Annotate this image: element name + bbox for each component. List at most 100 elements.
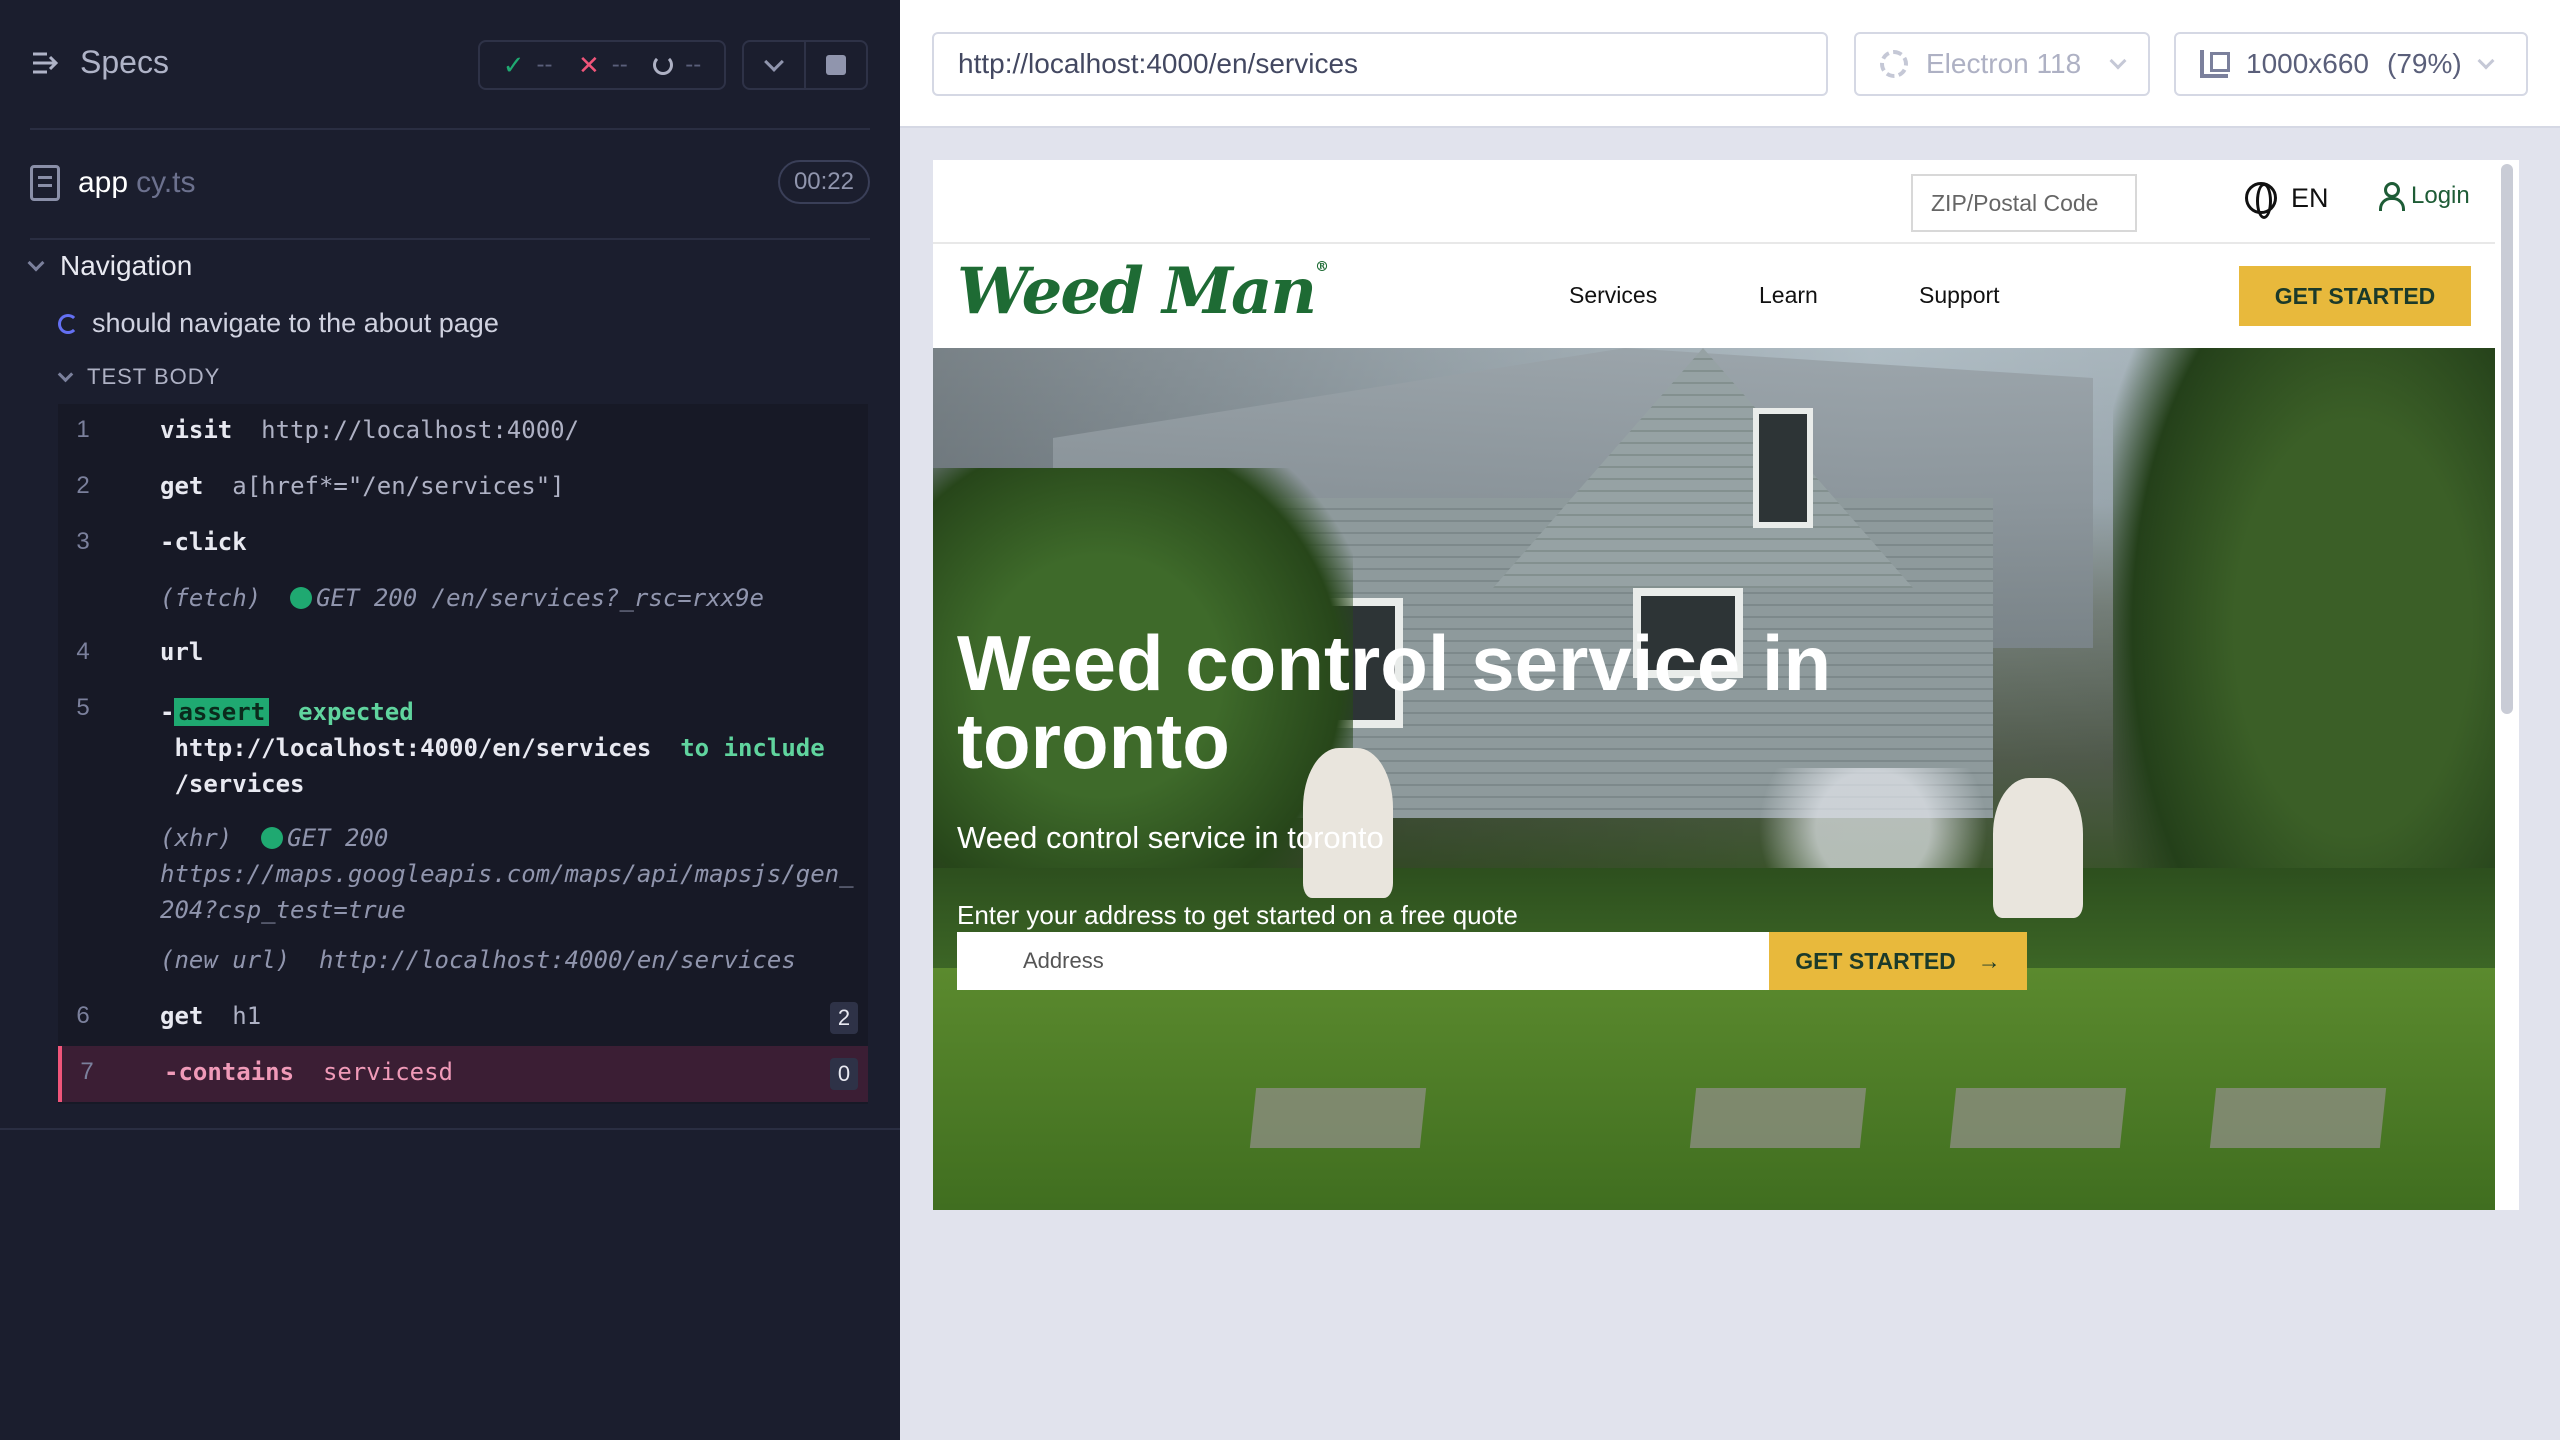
command-sub-row[interactable]: (new url) http://localhost:4000/en/servi… [58, 934, 868, 988]
nav-learn[interactable]: Learn [1759, 282, 1818, 309]
spec-file-row[interactable]: app cy.ts 00:22 [30, 160, 870, 206]
command-message: a[href*="/en/services"] [232, 472, 565, 500]
hero-image-stone [1249, 1088, 1427, 1148]
file-icon [30, 165, 60, 201]
pending-icon [653, 55, 674, 75]
chevron-down-icon [764, 52, 784, 72]
suite-title: Navigation [60, 250, 193, 281]
command-name-text: get [160, 472, 204, 500]
hero-get-started-button[interactable]: GET STARTED → [1769, 932, 2027, 990]
arrow-right-icon: → [1977, 947, 2001, 974]
address-form: Address GET STARTED → [957, 932, 2027, 990]
command-row[interactable]: 4 url [58, 626, 868, 682]
command-name: visit http://localhost:4000/ [160, 416, 579, 444]
specs-label: Specs [80, 44, 169, 80]
stop-button[interactable] [806, 42, 866, 88]
nav-support[interactable]: Support [1919, 282, 2000, 309]
sub-text: GET 200 /en/services?_rsc=rxx9e [316, 584, 764, 612]
sub-prefix: (xhr) [160, 824, 233, 852]
viewport-icon [2200, 50, 2230, 78]
command-row[interactable]: 3 -click [58, 516, 868, 572]
command-name-text: visit [160, 416, 233, 444]
stat-passed: ✓ -- [503, 50, 553, 81]
logo-text: Weed Man [957, 254, 1317, 329]
specs-icon [33, 52, 59, 73]
command-name: url [160, 638, 204, 666]
command-sub: (xhr) GET 200 https://maps.googleapis.com… [160, 820, 854, 928]
command-row[interactable]: 6 get h1 2 [58, 990, 868, 1046]
get-started-button[interactable]: GET STARTED [2239, 266, 2471, 326]
divider [30, 238, 870, 240]
hero-image-stone [1689, 1088, 1867, 1148]
viewport-size: 1000x660 [2246, 48, 2370, 79]
site-utility-bar: ZIP/Postal Code EN Login [933, 160, 2495, 244]
command-name: get h1 [160, 1002, 261, 1030]
test-stats: ✓ -- ✕ -- -- [478, 40, 726, 90]
hero-title: Weed control service in toronto [957, 619, 1832, 785]
assert-url: http://localhost:4000/en/services [174, 734, 652, 762]
command-sub-row[interactable]: (fetch) GET 200 /en/services?_rsc=rxx9e [58, 572, 868, 626]
hero-image-stone [2209, 1088, 2387, 1148]
hero-image-child [1993, 778, 2083, 918]
command-name-text: -contains [164, 1058, 295, 1086]
browser-selector[interactable]: Electron 118 [1854, 32, 2150, 96]
login-link[interactable]: Login [2379, 182, 2470, 211]
divider [0, 1128, 900, 1130]
aut-scrollbar[interactable] [2501, 164, 2513, 714]
sub-text-3: 204?csp_test=true [160, 896, 406, 924]
assert-tag: assert [174, 698, 270, 726]
passed-count: -- [536, 51, 553, 78]
language-selector[interactable]: EN [2245, 182, 2329, 219]
command-message: h1 [232, 1002, 262, 1030]
running-spinner-icon [58, 313, 78, 334]
viewport-selector[interactable]: 1000x660 (79%) [2174, 32, 2528, 96]
zip-input[interactable]: ZIP/Postal Code [1911, 174, 2137, 232]
specs-button[interactable]: Specs [30, 44, 169, 81]
command-number: 3 [76, 528, 90, 555]
collapse-button[interactable] [744, 42, 806, 88]
suite-navigation[interactable]: Navigation [27, 250, 193, 282]
assert-message: - assert expected http://localhost:4000/e… [160, 694, 850, 802]
stat-pending: -- [653, 51, 701, 79]
command-sub: (new url) http://localhost:4000/en/servi… [160, 946, 796, 974]
command-row-assert[interactable]: 5 - assert expected http://localhost:4000… [58, 682, 868, 798]
command-dash: - [160, 698, 175, 726]
viewport-scale: (79%) [2387, 48, 2462, 79]
test-row[interactable]: should navigate to the about page [58, 308, 499, 339]
url-bar[interactable]: http://localhost:4000/en/services [932, 32, 1828, 96]
command-number: 2 [76, 472, 90, 499]
command-row[interactable]: 1 visit http://localhost:4000/ [58, 404, 868, 460]
cypress-reporter: Specs ✓ -- ✕ -- -- app cy.ts 00:22 Navigat… [0, 0, 900, 1440]
weed-man-logo[interactable]: Weed Man® [957, 260, 1329, 324]
chevron-down-icon [2477, 52, 2495, 70]
command-sub-row[interactable]: (xhr) GET 200 https://maps.googleapis.com… [58, 820, 868, 928]
chevron-down-icon [27, 254, 45, 272]
browser-label: Electron 118 [1926, 48, 2082, 79]
electron-icon [1880, 50, 1908, 78]
nav-services[interactable]: Services [1569, 282, 1657, 309]
command-number: 5 [76, 694, 90, 721]
sub-text: http://localhost:4000/en/services [318, 946, 796, 974]
sub-prefix: (fetch) [160, 584, 262, 612]
sub-text-2: https://maps.googleapis.com/maps/api/map… [160, 860, 854, 888]
site-nav: Weed Man® Services Learn Support GET STA… [933, 246, 2495, 348]
command-row-failed[interactable]: 7 -contains servicesd 0 [58, 1046, 868, 1102]
command-number: 1 [76, 416, 90, 443]
chevron-down-icon [2109, 52, 2127, 70]
aut-iframe: ZIP/Postal Code EN Login Weed Man® Servi… [933, 160, 2519, 1210]
command-sub: (fetch) GET 200 /en/services?_rsc=rxx9e [160, 584, 764, 612]
address-input[interactable]: Address [957, 932, 1769, 990]
to-include-word: to include [680, 734, 825, 762]
test-title: should navigate to the about page [92, 308, 499, 338]
expected-word: expected [298, 698, 414, 726]
hero-image-vent [1753, 408, 1813, 528]
element-count-badge: 2 [830, 1002, 858, 1034]
run-controls [742, 40, 868, 90]
hero-section: Weed control service in toronto Weed con… [933, 348, 2495, 1210]
command-number: 4 [76, 638, 90, 665]
assert-include-value: /services [174, 770, 305, 798]
test-body-label: TEST BODY [87, 364, 221, 389]
test-body-toggle[interactable]: TEST BODY [57, 364, 221, 390]
language-label: EN [2291, 182, 2329, 213]
command-row[interactable]: 2 get a[href*="/en/services"] [58, 460, 868, 516]
